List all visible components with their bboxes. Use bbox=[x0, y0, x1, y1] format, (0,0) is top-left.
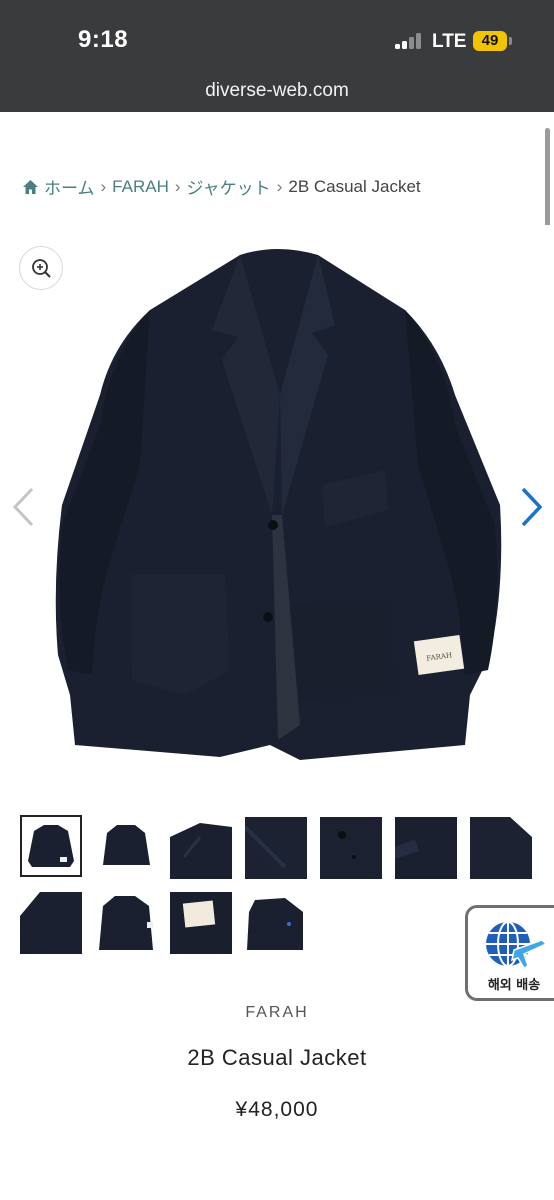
breadcrumb-separator: › bbox=[174, 176, 181, 196]
breadcrumb: ホーム › FARAH › ジャケット › 2B Casual Jacket bbox=[22, 174, 421, 199]
home-icon bbox=[23, 179, 38, 194]
thumbnail-5[interactable] bbox=[320, 817, 382, 879]
thumbnail-7[interactable] bbox=[470, 817, 532, 879]
thumbnail-6[interactable] bbox=[395, 817, 457, 879]
address-bar[interactable]: diverse-web.com bbox=[0, 80, 554, 102]
status-time: 9:18 bbox=[78, 26, 129, 53]
zoom-button[interactable] bbox=[19, 246, 63, 290]
chevron-left-icon bbox=[12, 487, 34, 527]
signal-icon bbox=[395, 33, 423, 49]
breadcrumb-current: 2B Casual Jacket bbox=[288, 176, 421, 196]
breadcrumb-separator: › bbox=[276, 176, 283, 196]
globe-plane-icon bbox=[486, 921, 548, 969]
thumbnail-10[interactable] bbox=[170, 892, 232, 954]
battery-icon: 49 bbox=[473, 31, 507, 51]
thumbnail-1[interactable] bbox=[20, 815, 82, 877]
chevron-right-icon bbox=[521, 487, 543, 527]
battery-tip bbox=[509, 37, 512, 45]
breadcrumb-category[interactable]: ジャケット bbox=[187, 174, 271, 199]
thumbnail-2[interactable] bbox=[95, 817, 157, 879]
main-product-image[interactable]: FARAH bbox=[0, 225, 554, 785]
thumbnail-9[interactable] bbox=[95, 892, 157, 954]
overseas-shipping-label: 해외 배송 bbox=[487, 978, 541, 993]
thumbnail-8[interactable] bbox=[20, 892, 82, 954]
product-price: ¥48,000 bbox=[235, 1098, 319, 1121]
product-brand[interactable]: FARAH bbox=[0, 1004, 554, 1022]
jacket-image: FARAH bbox=[55, 249, 502, 760]
breadcrumb-separator: › bbox=[100, 176, 107, 196]
product-title: 2B Casual Jacket bbox=[187, 1045, 367, 1070]
network-label: LTE bbox=[432, 31, 467, 52]
browser-top-bar: 9:18 LTE 49 diverse-web.com bbox=[0, 0, 554, 112]
zoom-in-icon bbox=[32, 259, 51, 278]
thumbnail-4[interactable] bbox=[245, 817, 307, 879]
overseas-shipping-badge[interactable]: 해외 배송 bbox=[465, 905, 554, 1001]
thumbnail-11[interactable] bbox=[245, 892, 307, 954]
previous-image-button[interactable] bbox=[10, 485, 38, 529]
thumbnail-3[interactable] bbox=[170, 817, 232, 879]
next-image-button[interactable] bbox=[517, 485, 545, 529]
breadcrumb-home[interactable]: ホーム bbox=[44, 174, 95, 199]
breadcrumb-brand[interactable]: FARAH bbox=[112, 177, 169, 197]
